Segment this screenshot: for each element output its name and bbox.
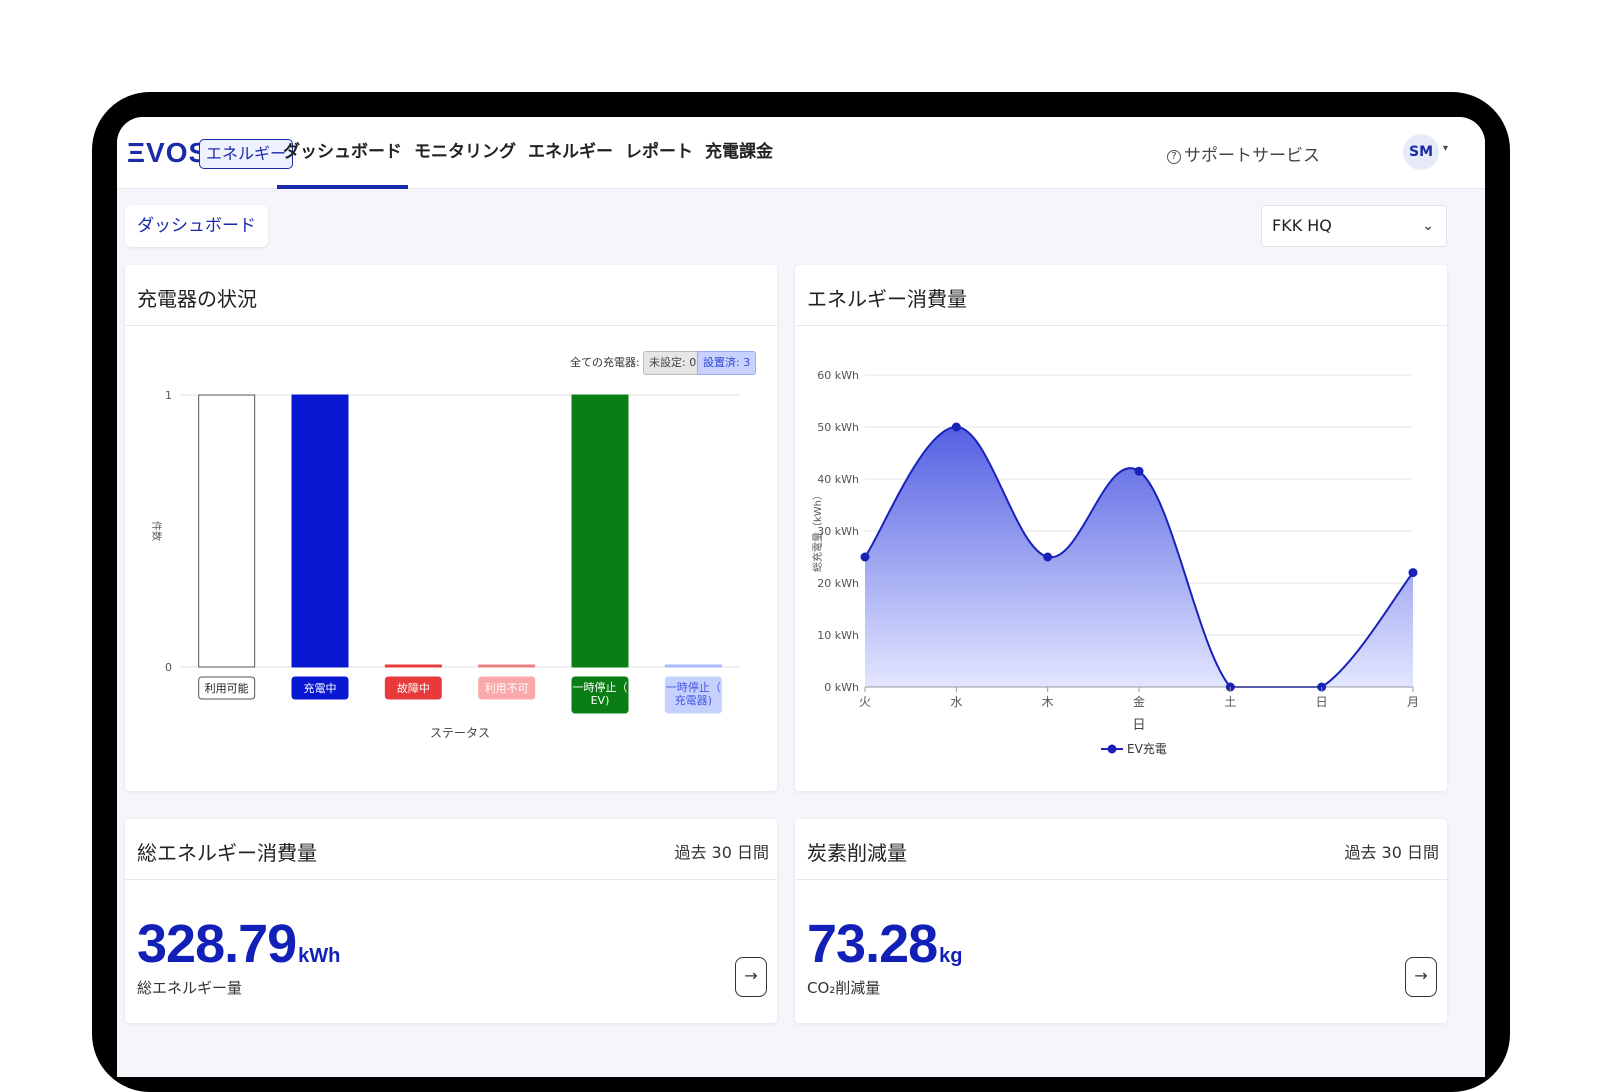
charger-status-chart: 01件数利用可能 充電中 故障中 利用不可 一時停止（EV)一時停止（充電器)ステータス	[150, 389, 740, 740]
period-label: 過去 30 日間	[674, 843, 769, 862]
x-axis-label: 日	[1132, 718, 1145, 733]
data-point	[1134, 466, 1144, 476]
bar	[198, 394, 256, 668]
app-screen: ΞVOS エネルギー ダッシュボード モニタリング エネルギー レポート 充電課…	[117, 117, 1485, 1077]
divider	[125, 879, 777, 880]
y-tick-label: 0	[165, 661, 172, 674]
value-number: 73.28	[807, 914, 938, 974]
y-tick-label: 1	[165, 389, 172, 402]
x-tick-label: 木	[1042, 695, 1054, 709]
area-fill	[865, 427, 1413, 687]
energy-usage-chart: 0 kWh10 kWh20 kWh30 kWh40 kWh50 kWh60 kW…	[811, 369, 1419, 756]
breadcrumb[interactable]: ダッシュボード	[125, 205, 268, 247]
site-select[interactable]: FKK HQ ⌄	[1261, 205, 1447, 247]
app-logo[interactable]: ΞVOS	[127, 137, 208, 169]
bar	[384, 664, 442, 668]
category-label: 一時停止（	[573, 680, 628, 694]
x-tick-label: 金	[1133, 694, 1145, 709]
top-bar: ΞVOS エネルギー ダッシュボード モニタリング エネルギー レポート 充電課…	[117, 117, 1485, 189]
carbon-reduction-card: 炭素削減量 過去 30 日間 73.28 kg CO₂削減量 →	[795, 819, 1447, 1023]
x-tick-label: 月	[1407, 695, 1419, 709]
help-icon: ?	[1167, 150, 1181, 164]
caret-down-icon[interactable]: ▾	[1443, 143, 1448, 154]
x-tick-label: 日	[1316, 695, 1328, 709]
data-point	[951, 422, 961, 432]
summary-unset-badge[interactable]: 未設定: 0	[643, 351, 703, 375]
total-energy-value: 328.79 kWh	[137, 913, 340, 975]
y-axis-label: 総充電量（kWh）	[811, 490, 824, 572]
card-title: 炭素削減量	[807, 841, 907, 865]
category-label: 一時停止（	[666, 680, 721, 694]
nav-report[interactable]: レポート	[619, 117, 699, 189]
chevron-down-icon: ⌄	[1422, 218, 1434, 234]
category-label: 利用可能	[205, 681, 249, 695]
value-unit: kg	[939, 945, 963, 967]
data-point	[1043, 552, 1053, 562]
bar	[478, 664, 536, 668]
divider	[795, 879, 1447, 880]
period-label: 過去 30 日間	[1344, 843, 1439, 862]
arrow-right-icon[interactable]: →	[735, 957, 767, 997]
value-caption: 総エネルギー量	[137, 979, 243, 997]
energy-usage-card: エネルギー消費量 0 kWh 10 kWh 20 kWh 30 kWh 40 kWh 50…	[795, 265, 1447, 791]
category-label: 充電器)	[675, 693, 712, 707]
y-tick-label: 50 kWh	[817, 421, 859, 434]
y-tick-label: 20 kWh	[817, 577, 859, 590]
legend-label: EV充電	[1127, 741, 1167, 756]
arrow-right-icon[interactable]: →	[1405, 957, 1437, 997]
y-tick-label: 60 kWh	[817, 369, 859, 382]
support-label: サポートサービス	[1184, 146, 1320, 166]
value-number: 328.79	[137, 914, 297, 974]
nav-billing[interactable]: 充電課金	[699, 117, 779, 189]
avatar[interactable]: SM	[1403, 134, 1439, 170]
main-nav: ダッシュボード モニタリング エネルギー レポート 充電課金	[277, 117, 779, 189]
x-tick-label: 火	[859, 695, 871, 709]
bar	[664, 664, 722, 668]
data-point	[1408, 568, 1418, 578]
carbon-value: 73.28 kg	[807, 913, 962, 975]
category-label: EV)	[591, 694, 610, 707]
category-label: 充電中	[304, 681, 337, 695]
data-point	[860, 552, 870, 562]
y-axis-label: 件数	[150, 521, 163, 541]
site-select-value: FKK HQ	[1272, 216, 1332, 235]
y-tick-label: 40 kWh	[817, 473, 859, 486]
y-tick-label: 10 kWh	[817, 629, 859, 642]
card-title: 総エネルギー消費量	[137, 841, 317, 865]
bar	[571, 394, 629, 668]
value-caption: CO₂削減量	[807, 979, 881, 997]
summary-total: 全ての充電器: 3	[570, 356, 651, 369]
summary-installed-badge[interactable]: 設置済: 3	[697, 351, 757, 375]
nav-energy[interactable]: エネルギー	[522, 117, 619, 189]
bar	[291, 394, 349, 668]
category-label: 利用不可	[485, 682, 529, 695]
nav-monitoring[interactable]: モニタリング	[408, 117, 522, 189]
y-tick-label: 0 kWh	[824, 681, 859, 694]
nav-dashboard[interactable]: ダッシュボード	[277, 117, 408, 189]
x-axis-label: ステータス	[430, 726, 490, 740]
charger-status-card: 充電器の状況 0 1 件数 利用可能 充電中 故障中 利用不可 一時停止（ EV) 一時停止（ 充電…	[125, 265, 777, 791]
total-energy-card: 総エネルギー消費量 過去 30 日間 328.79 kWh 総エネルギー量 →	[125, 819, 777, 1023]
category-label: 故障中	[397, 681, 430, 695]
x-tick-label: 水	[950, 695, 962, 709]
value-unit: kWh	[298, 945, 341, 967]
legend-marker	[1107, 744, 1117, 754]
x-tick-label: 土	[1224, 695, 1236, 709]
support-link[interactable]: ? サポートサービス	[1167, 141, 1320, 166]
